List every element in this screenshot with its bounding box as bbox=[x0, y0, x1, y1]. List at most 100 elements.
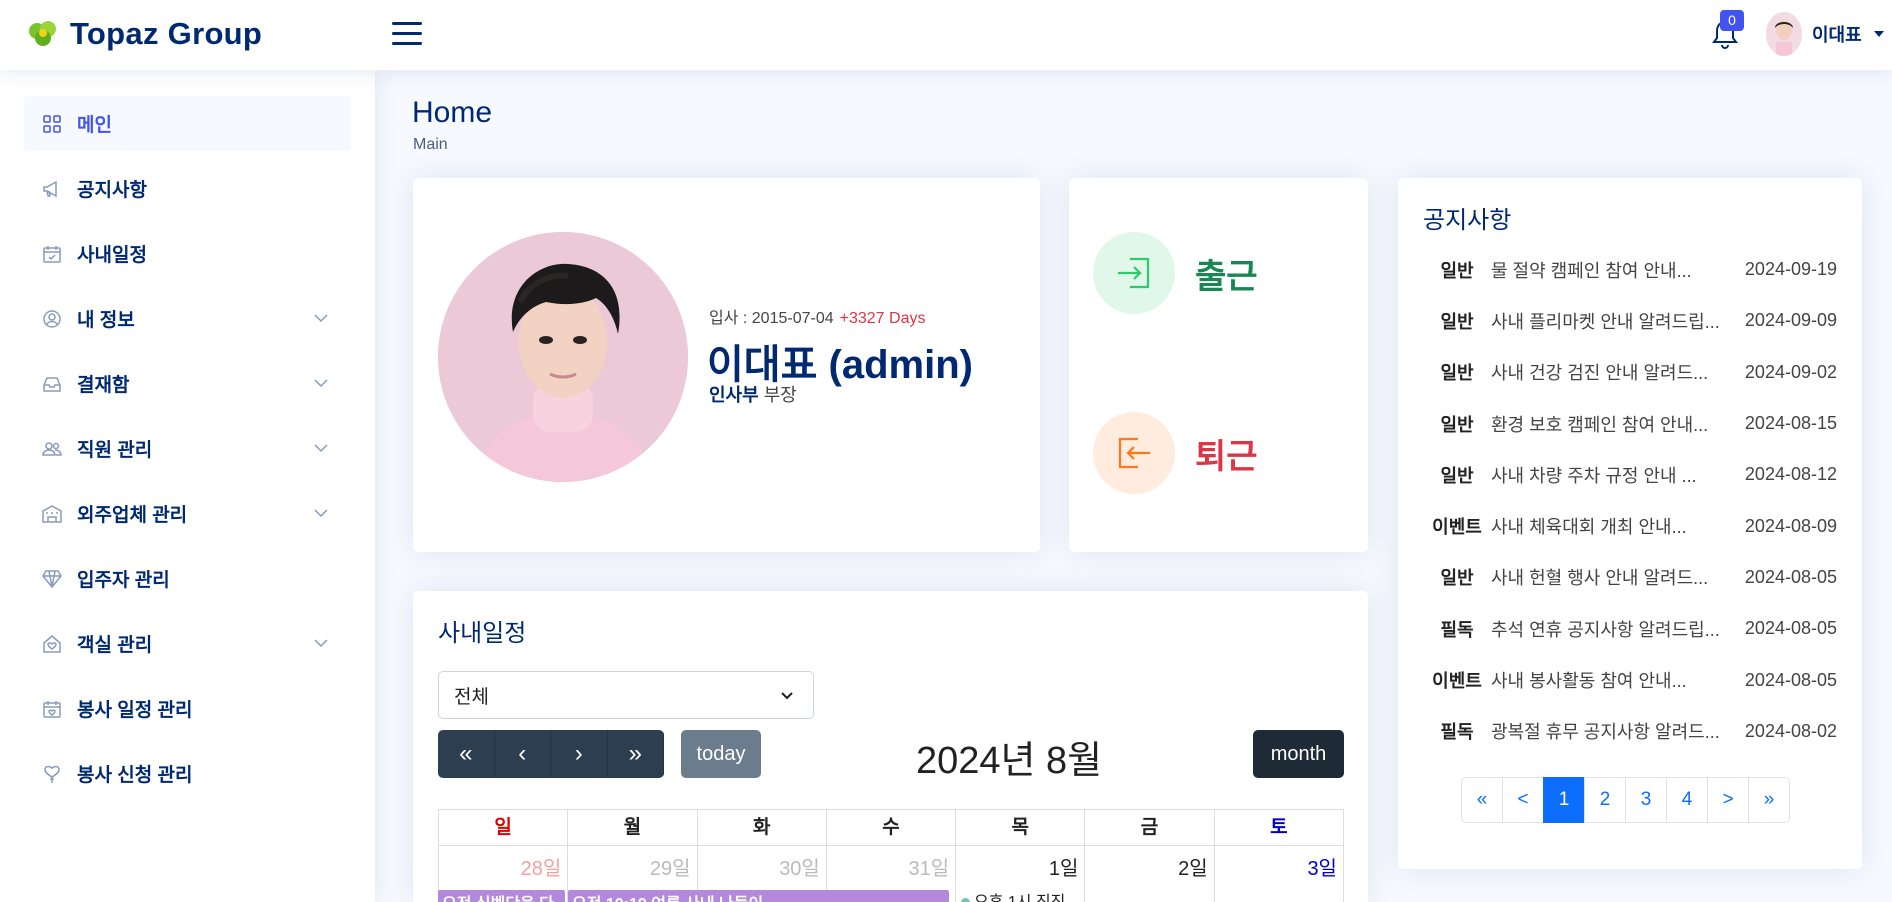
logo-clover-icon bbox=[26, 19, 60, 49]
sidebar-item-my-info[interactable]: 내 정보 bbox=[24, 291, 351, 346]
chevron-down-icon bbox=[313, 440, 329, 456]
page-link[interactable]: « bbox=[1461, 777, 1503, 823]
attendance-card: 출근 퇴근 bbox=[1069, 178, 1368, 552]
brand-logo[interactable]: Topaz Group bbox=[26, 16, 262, 52]
chevron-down-icon bbox=[313, 505, 329, 521]
page-link[interactable]: 4 bbox=[1666, 777, 1708, 823]
next-month-button[interactable]: › bbox=[551, 730, 608, 778]
sidebar-item-residents[interactable]: 입주자 관리 bbox=[24, 551, 351, 606]
next-year-button[interactable]: » bbox=[607, 730, 664, 778]
notice-subject: 사내 건강 검진 안내 알려드... bbox=[1491, 363, 1709, 384]
sidebar-item-label: 봉사 신청 관리 bbox=[77, 765, 193, 786]
sidebar-item-approval[interactable]: 결재함 bbox=[24, 356, 351, 411]
top-header: Topaz Group 0 이대표 bbox=[0, 0, 1892, 70]
notice-category: 일반 bbox=[1440, 568, 1474, 589]
notice-subject: 사내 플리마켓 안내 알려드립... bbox=[1491, 311, 1720, 332]
calendar-title: 2024년 8월 bbox=[916, 740, 1103, 782]
notice-card-title: 공지사항 bbox=[1423, 207, 1512, 234]
employee-department: 인사부 부장 bbox=[709, 381, 797, 407]
user-profile-dropdown[interactable]: 이대표 bbox=[1766, 12, 1884, 56]
notice-row[interactable]: 일반 사내 차량 주차 규정 안내 ... 2024-08-12 bbox=[1423, 449, 1837, 500]
notice-card: 공지사항 일반 물 절약 캠페인 참여 안내... 2024-09-19 일반 사내 플… bbox=[1398, 178, 1862, 869]
notice-category: 이벤트 bbox=[1432, 671, 1482, 692]
notice-row[interactable]: 필독 추석 연휴 공지사항 알려드립... 2024-08-05 bbox=[1423, 603, 1837, 654]
page-link[interactable]: > bbox=[1707, 777, 1749, 823]
calendar-weekday-header: 일월화수목금 토 bbox=[438, 809, 1344, 846]
notice-category: 이벤트 bbox=[1432, 517, 1482, 538]
notice-subject: 사내 차량 주차 규정 안내 ... bbox=[1491, 465, 1697, 486]
notice-date: 2024-09-09 bbox=[1744, 310, 1837, 331]
gem-icon bbox=[42, 569, 62, 589]
calendar-day-number: 2일 bbox=[1178, 858, 1208, 880]
check-out-icon bbox=[1093, 412, 1175, 494]
sidebar-item-label: 직원 관리 bbox=[77, 440, 153, 461]
prev-month-button[interactable]: ‹ bbox=[494, 730, 551, 778]
notice-row[interactable]: 일반 물 절약 캠페인 참여 안내... 2024-09-19 bbox=[1423, 244, 1837, 295]
schedule-filter-select[interactable]: 전체 bbox=[438, 671, 814, 719]
prev-year-button[interactable]: « bbox=[438, 730, 495, 778]
notice-row[interactable]: 필독 광복절 휴무 공지사항 알려드... 2024-08-02 bbox=[1423, 706, 1837, 757]
sidebar-item-rooms[interactable]: 객실 관리 bbox=[24, 616, 351, 671]
notice-row[interactable]: 일반 사내 건강 검진 안내 알려드... 2024-09-02 bbox=[1423, 347, 1837, 398]
megaphone-icon bbox=[42, 179, 62, 199]
page-title: Home bbox=[412, 96, 493, 129]
notice-subject: 광복절 휴무 공지사항 알려드... bbox=[1491, 722, 1720, 743]
page-link[interactable]: < bbox=[1502, 777, 1544, 823]
calendar-event[interactable]: 오전 10:19 여름 사내 나들이 bbox=[568, 890, 949, 902]
today-button[interactable]: today bbox=[681, 730, 761, 778]
calendar-event[interactable]: 오전 심벡단을 다 bbox=[438, 890, 565, 902]
page-link[interactable]: 3 bbox=[1625, 777, 1667, 823]
check-out-label: 퇴근 bbox=[1195, 437, 1258, 476]
notice-row[interactable]: 이벤트 사내 체육대회 개최 안내... 2024-08-09 bbox=[1423, 500, 1837, 551]
weekday-label: 수 bbox=[827, 810, 957, 845]
breadcrumb[interactable]: Main bbox=[413, 136, 448, 154]
page-link[interactable]: » bbox=[1748, 777, 1790, 823]
calendar-nav-group: « ‹ › » bbox=[438, 730, 664, 778]
weekday-label: 화 bbox=[698, 810, 827, 845]
calendar-event[interactable]: 오후 1시 진진 bbox=[961, 888, 1065, 902]
calendar-day-number: 30일 bbox=[779, 858, 820, 880]
weekday-label: 목 bbox=[956, 810, 1086, 845]
join-date-label: 입사 : 2015-07-04 bbox=[709, 310, 834, 327]
notice-date: 2024-08-05 bbox=[1744, 669, 1837, 690]
notice-category: 일반 bbox=[1440, 363, 1474, 384]
sidebar-item-label: 외주업체 관리 bbox=[77, 505, 188, 526]
sidebar-item-vendors[interactable]: 외주업체 관리 bbox=[24, 486, 351, 541]
month-view-button[interactable]: month bbox=[1253, 730, 1344, 778]
notice-subject: 물 절약 캠페인 참여 안내... bbox=[1491, 260, 1692, 281]
sidebar-item-label: 내 정보 bbox=[77, 310, 135, 331]
department-name: 인사부 bbox=[709, 385, 759, 405]
check-out-button[interactable]: 퇴근 bbox=[1093, 412, 1258, 494]
calendar-day-number: 1일 bbox=[1048, 858, 1079, 880]
notice-row[interactable]: 일반 사내 헌혈 행사 안내 알려드... 2024-08-05 bbox=[1423, 552, 1837, 603]
calendar-day-cell[interactable]: 3일 bbox=[1215, 846, 1343, 902]
notice-row[interactable]: 일반 환경 보호 캠페인 참여 안내... 2024-08-15 bbox=[1423, 398, 1837, 449]
sidebar-item-label: 사내일정 bbox=[77, 245, 147, 266]
page-link[interactable]: 1 bbox=[1543, 777, 1585, 823]
sidebar-item-notice[interactable]: 공지사항 bbox=[24, 161, 351, 216]
notice-category: 일반 bbox=[1440, 414, 1474, 435]
sidebar-item-label: 객실 관리 bbox=[77, 635, 153, 656]
sidebar-item-label: 입주자 관리 bbox=[77, 570, 170, 591]
sidebar-item-employees[interactable]: 직원 관리 bbox=[24, 421, 351, 476]
calendar-event-text: 오후 1시 진진 bbox=[974, 894, 1065, 902]
chevron-down-icon bbox=[779, 687, 795, 703]
sidebar-item-volunteer-applications[interactable]: 봉사 신청 관리 bbox=[24, 746, 351, 801]
sidebar-item-volunteer-schedule[interactable]: 봉사 일정 관리 bbox=[24, 681, 351, 736]
notice-row[interactable]: 일반 사내 플리마켓 안내 알려드립... 2024-09-09 bbox=[1423, 295, 1837, 346]
calendar-day-number: 28일 bbox=[520, 858, 562, 880]
sidebar-item-main[interactable]: 메인 bbox=[24, 96, 351, 151]
page-link[interactable]: 2 bbox=[1584, 777, 1626, 823]
calendar-grid: 일월화수목금 토 28일 29일 30일 31일 1일 2일 3일 bbox=[438, 809, 1344, 902]
notice-row[interactable]: 이벤트 사내 봉사활동 참여 안내... 2024-08-05 bbox=[1423, 654, 1837, 705]
check-in-label: 출근 bbox=[1195, 257, 1258, 296]
check-in-icon bbox=[1093, 232, 1175, 314]
people-icon bbox=[42, 439, 62, 459]
sidebar-item-schedule[interactable]: 사내일정 bbox=[24, 226, 351, 281]
sidebar-toggle-button[interactable] bbox=[392, 20, 422, 46]
check-in-button[interactable]: 출근 bbox=[1093, 232, 1258, 314]
notice-category: 일반 bbox=[1440, 311, 1474, 332]
sidebar-item-label: 메인 bbox=[77, 115, 112, 136]
calendar-day-cell[interactable]: 2일 bbox=[1085, 846, 1215, 902]
weekday-label: 토 bbox=[1270, 817, 1288, 838]
